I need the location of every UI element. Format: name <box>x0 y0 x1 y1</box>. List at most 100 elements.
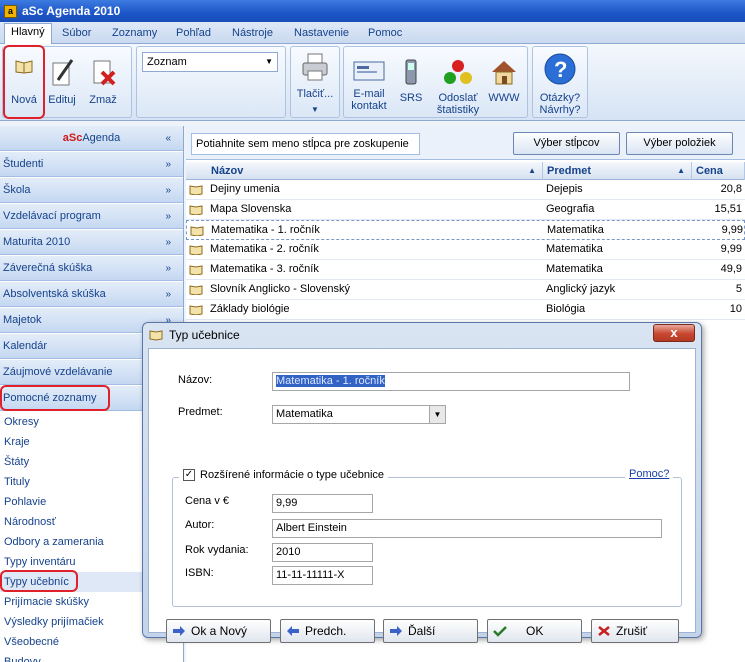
cell-subject: Anglický jazyk <box>546 283 616 295</box>
email-card-icon <box>353 61 385 81</box>
help-question-icon: ? <box>544 53 576 85</box>
cell-price: 5 <box>735 283 742 295</box>
isbn-field[interactable]: 11-11-11111-X <box>272 566 373 585</box>
checkmark-icon <box>493 626 507 637</box>
chevron-down-icon: » <box>165 263 171 274</box>
extended-info-label: Rozšírené informácie o type učebnice <box>200 469 385 481</box>
cell-subject: Dejepis <box>546 183 583 195</box>
printer-icon <box>302 53 328 81</box>
send-statistics-button[interactable]: Odoslať štatistiky <box>434 58 482 116</box>
chevron-down-icon: ▼ <box>265 57 273 66</box>
ok-button[interactable]: OK <box>487 619 582 643</box>
sidebar-item-budovy[interactable]: Budovy <box>0 652 183 662</box>
cell-price: 9,99 <box>720 243 742 255</box>
column-header-row: Názov ▲ Predmet ▲ Cena <box>186 162 745 180</box>
extended-info-checkbox[interactable]: ✓ <box>183 469 195 481</box>
book-icon <box>189 265 203 275</box>
select-columns-button[interactable]: Výber stĺpcov <box>513 132 620 155</box>
table-row[interactable]: Dejiny umenia Dejepis 20,8 <box>186 180 745 200</box>
tab-hlavny[interactable]: Hlavný <box>4 23 52 44</box>
author-label: Autor: <box>185 519 215 531</box>
tab-pomoc[interactable]: Pomoc <box>362 25 408 43</box>
chevron-down-icon: » <box>165 185 171 196</box>
tab-nastavenie[interactable]: Nastavenie <box>288 25 355 43</box>
edit-button[interactable]: Edituj <box>46 58 78 106</box>
cell-subject: Matematika <box>546 263 603 275</box>
section-studenti[interactable]: Študenti» <box>0 152 183 177</box>
section-skola[interactable]: Škola» <box>0 178 183 203</box>
book-icon <box>190 226 204 236</box>
column-header-subject[interactable]: Predmet ▲ <box>543 162 692 180</box>
statistics-label: štatistiky <box>436 104 480 116</box>
print-dropdown-icon: ▼ <box>311 105 319 114</box>
section-zaverecna-skuska[interactable]: Záverečná skúška» <box>0 256 183 281</box>
previous-label: Predch. <box>305 624 347 638</box>
email-contact-button[interactable]: E-mail kontakt <box>348 58 390 112</box>
arrow-right-icon <box>390 626 402 636</box>
select-items-button[interactable]: Výber položiek <box>626 132 733 155</box>
cell-price: 15,51 <box>714 203 742 215</box>
brand-header[interactable]: aScAgenda « <box>0 126 183 151</box>
arrow-left-icon <box>287 626 299 636</box>
help-link[interactable]: Pomoc? <box>625 468 674 480</box>
www-button[interactable]: WWW <box>486 58 522 104</box>
table-row[interactable]: Mapa Slovenska Geografia 15,51 <box>186 200 745 220</box>
svg-text:?: ? <box>554 57 567 82</box>
subject-select[interactable]: Matematika ▼ <box>272 405 446 424</box>
cancel-x-icon <box>598 626 610 636</box>
title-bar: a aSc Agenda 2010 <box>0 0 745 22</box>
questions-label: Otázky? <box>539 92 581 104</box>
table-row[interactable]: Základy biológie Biológia 10 <box>186 300 745 320</box>
tab-nastroje[interactable]: Nástroje <box>226 25 279 43</box>
print-label: Tlačiť... <box>296 88 334 100</box>
price-field[interactable]: 9,99 <box>272 494 373 513</box>
srs-button[interactable]: SRS <box>396 58 426 104</box>
cell-subject: Geografia <box>546 203 595 215</box>
table-row[interactable]: Slovník Anglicko - Slovenský Anglický ja… <box>186 280 745 300</box>
table-row[interactable]: Matematika - 2. ročník Matematika 9,99 <box>186 240 745 260</box>
cell-price: 9,99 <box>721 224 743 236</box>
dialog-title: Typ učebnice <box>169 328 240 342</box>
srs-label: SRS <box>399 92 423 104</box>
book-icon <box>189 185 203 195</box>
cell-name: Matematika - 1. ročník <box>211 224 320 236</box>
year-label: Rok vydania: <box>185 544 249 556</box>
table-row[interactable]: Matematika - 3. ročník Matematika 49,9 <box>186 260 745 280</box>
name-field[interactable]: Matematika - 1. ročník <box>272 372 630 391</box>
suggestions-label: Návrhy? <box>539 104 581 116</box>
delete-label: Zmaž <box>89 94 117 106</box>
tab-pohlad[interactable]: Pohľad <box>170 25 217 43</box>
cell-name: Základy biológie <box>210 303 290 315</box>
questions-button[interactable]: ? Otázky? Návrhy? <box>536 52 584 116</box>
next-button[interactable]: Ďalší <box>383 619 478 643</box>
ok-and-new-button[interactable]: Ok a Nový <box>166 619 271 643</box>
dialog-title-bar[interactable]: Typ učebnice x <box>143 323 701 347</box>
column-header-price[interactable]: Cena <box>692 162 745 180</box>
tab-zoznamy[interactable]: Zoznamy <box>106 25 163 43</box>
year-field[interactable]: 2010 <box>272 543 373 562</box>
email-label: E-mail <box>353 88 385 100</box>
print-button[interactable]: Tlačiť... ▼ <box>294 52 336 116</box>
book-icon <box>189 285 203 295</box>
section-maturita[interactable]: Maturita 2010» <box>0 230 183 255</box>
app-logo-icon: a <box>4 4 17 18</box>
group-hint[interactable]: Potiahnite sem meno stĺpca pre zoskupeni… <box>191 133 420 155</box>
previous-button[interactable]: Predch. <box>280 619 375 643</box>
close-button[interactable]: x <box>653 324 695 342</box>
section-absolventska-skuska[interactable]: Absolventská skúška» <box>0 282 183 307</box>
tab-subor[interactable]: Súbor <box>56 25 97 43</box>
list-combo[interactable]: Zoznam ▼ <box>142 52 278 72</box>
column-header-name[interactable]: Názov ▲ <box>207 162 543 180</box>
section-vzdelavaci-program[interactable]: Vzdelávací program» <box>0 204 183 229</box>
chevron-up-icon: « <box>165 133 171 144</box>
chevron-down-icon: » <box>165 289 171 300</box>
cancel-button[interactable]: Zrušiť <box>591 619 679 643</box>
isbn-label: ISBN: <box>185 567 214 579</box>
table-row-selected[interactable]: Matematika - 1. ročník Matematika 9,99 <box>186 220 745 240</box>
delete-button[interactable]: Zmaž <box>86 58 120 106</box>
author-field[interactable]: Albert Einstein <box>272 519 662 538</box>
cell-name: Slovník Anglicko - Slovenský <box>210 283 351 295</box>
brand-suffix: Agenda <box>82 132 121 144</box>
cancel-label: Zrušiť <box>616 624 648 638</box>
list-combo-value: Zoznam <box>147 56 187 68</box>
